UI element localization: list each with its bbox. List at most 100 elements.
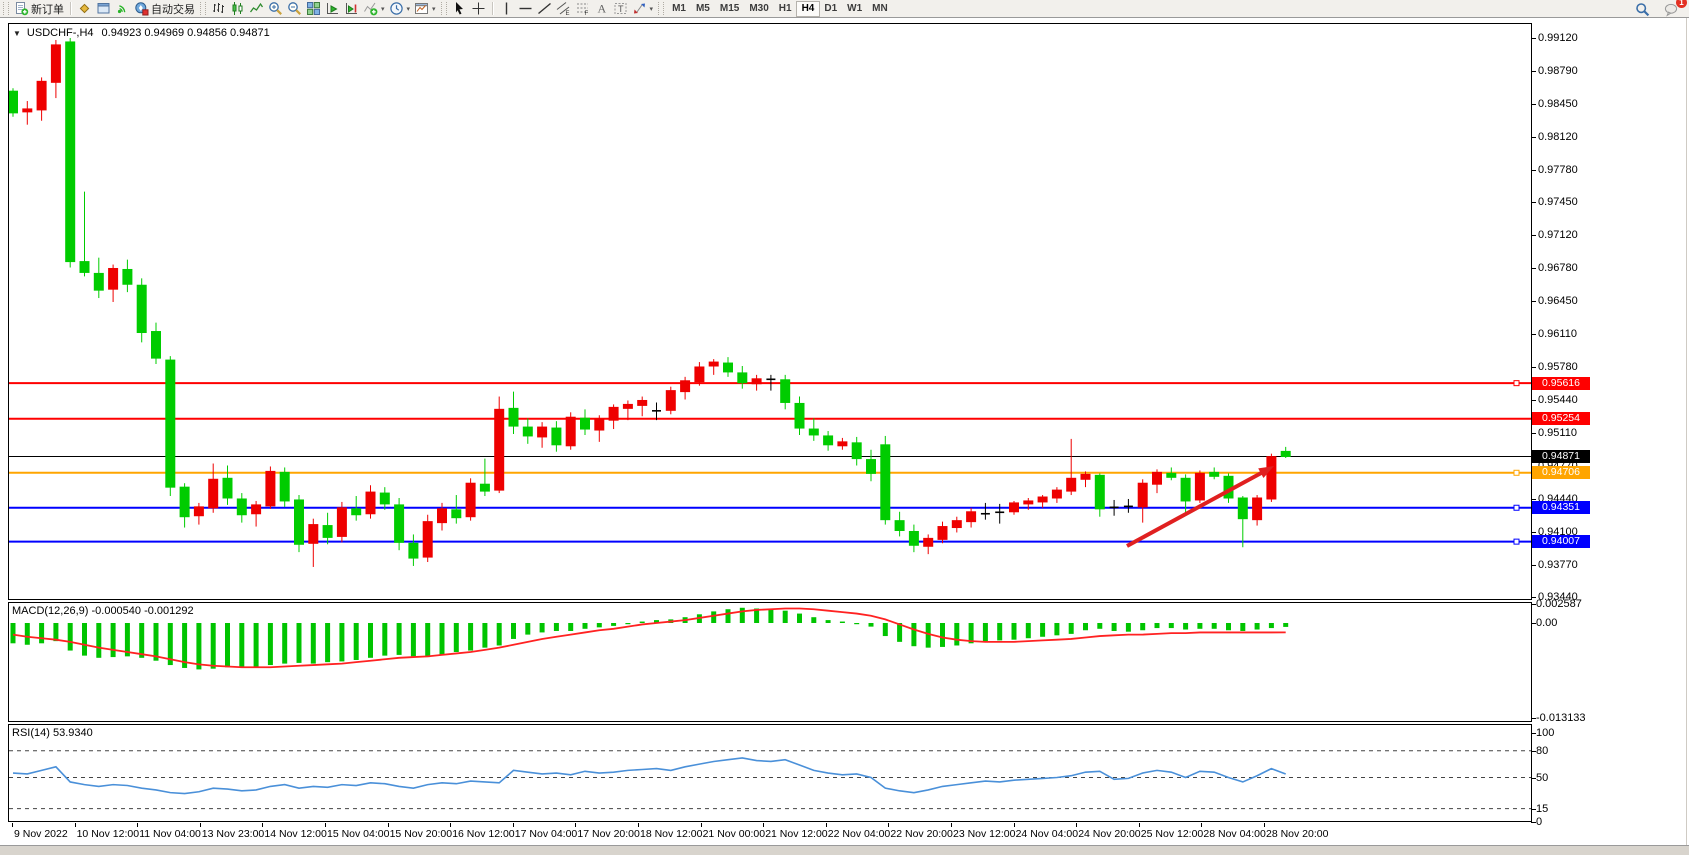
rsi-value: 53.9340 — [53, 727, 93, 739]
rsi-pane[interactable] — [8, 724, 1532, 822]
bar-chart-button[interactable] — [209, 1, 228, 17]
macd-values: -0.000540 -0.001292 — [91, 605, 193, 617]
macd-axis-label: -0.013133 — [1536, 712, 1586, 724]
signals-button[interactable] — [113, 1, 132, 17]
time-tick-mark — [513, 823, 514, 827]
price-level-badge-0.94351: 0.94351 — [1532, 501, 1590, 514]
time-tick-label: 25 Nov 12:00 — [1141, 828, 1203, 840]
trendline-button[interactable] — [535, 1, 554, 17]
time-tick-label: 22 Nov 04:00 — [828, 828, 890, 840]
rsi-axis-label: 80 — [1536, 745, 1548, 757]
price-tick-mark — [1531, 301, 1536, 302]
tile-windows-button[interactable] — [304, 1, 323, 17]
time-tick-label: 9 Nov 2022 — [14, 828, 68, 840]
window-bottom-strip — [0, 845, 1689, 855]
templates-button[interactable]: ▾ — [412, 1, 438, 17]
timeframe-button-h1[interactable]: H1 — [774, 2, 797, 16]
timeframe-button-m5[interactable]: M5 — [691, 2, 715, 16]
rsi-tick-mark — [1531, 778, 1536, 779]
svg-text:A: A — [597, 2, 606, 16]
price-tick-label: 0.99120 — [1538, 32, 1578, 44]
price-chart-pane[interactable] — [8, 23, 1532, 600]
chevron-down-icon[interactable]: ▾ — [407, 5, 411, 13]
price-tick-mark — [1531, 400, 1536, 401]
horizontal-level-lines[interactable] — [9, 383, 1531, 541]
timeframe-button-d1[interactable]: D1 — [819, 2, 842, 16]
line-handle-0.95616[interactable] — [1514, 381, 1519, 386]
line-handle-0.94351[interactable] — [1514, 505, 1519, 510]
zoom-out-button[interactable] — [285, 1, 304, 17]
auto-scroll-button[interactable] — [323, 1, 342, 17]
text-label-button[interactable]: T — [611, 1, 630, 17]
periods-button[interactable]: ▾ — [387, 1, 413, 17]
line-handle-0.94706[interactable] — [1514, 470, 1519, 475]
rsi-axis-label: 0 — [1536, 816, 1542, 828]
price-tick-mark — [1531, 71, 1536, 72]
timeframe-button-h4[interactable]: H4 — [797, 2, 820, 16]
new-order-button[interactable]: 新订单 — [12, 1, 66, 17]
vertical-line-button[interactable] — [497, 1, 516, 17]
price-tick-mark — [1531, 334, 1536, 335]
price-tick-mark — [1531, 367, 1536, 368]
macd-pane[interactable] — [8, 602, 1532, 722]
chart-shift-button[interactable] — [342, 1, 361, 17]
time-tick-label: 11 Nov 04:00 — [139, 828, 201, 840]
rsi-axis-label: 50 — [1536, 772, 1548, 784]
text-button[interactable]: A — [592, 1, 611, 17]
chevron-down-icon[interactable]: ▾ — [432, 5, 436, 13]
rsi-label: RSI(14) 53.9340 — [12, 727, 93, 739]
timeframe-button-m30[interactable]: M30 — [744, 2, 773, 16]
arrows-button[interactable]: ▾ — [630, 1, 656, 17]
crosshair-button[interactable] — [469, 1, 488, 17]
price-tick-mark — [1531, 235, 1536, 236]
macd-signal-line — [13, 608, 1286, 667]
candlestick-chart-button[interactable] — [228, 1, 247, 17]
auto-trading-button[interactable]: 自动交易 — [132, 1, 197, 17]
price-level-badge-0.94706: 0.94706 — [1532, 466, 1590, 479]
price-tick-label: 0.97780 — [1538, 164, 1578, 176]
data-window-button[interactable] — [94, 1, 113, 17]
line-chart-icon — [249, 1, 264, 16]
time-tick-mark — [1264, 823, 1265, 827]
chevron-down-icon[interactable]: ▾ — [650, 5, 654, 13]
timeframe-button-w1[interactable]: W1 — [842, 2, 867, 16]
line-handle-0.94007[interactable] — [1514, 539, 1519, 544]
time-tick-mark — [388, 823, 389, 827]
time-tick-mark — [262, 823, 263, 827]
horizontal-line-button[interactable] — [516, 1, 535, 17]
time-axis[interactable]: 9 Nov 202210 Nov 12:0011 Nov 04:0013 Nov… — [8, 823, 1532, 844]
equidistant-channel-button[interactable]: E — [554, 1, 573, 17]
time-tick-label: 18 Nov 12:00 — [640, 828, 702, 840]
time-tick-mark — [1076, 823, 1077, 827]
price-level-badge-0.94007: 0.94007 — [1532, 535, 1590, 548]
indicators-button[interactable]: ▾ — [361, 1, 387, 17]
fibonacci-icon: F — [575, 1, 590, 16]
time-tick-label: 24 Nov 20:00 — [1078, 828, 1140, 840]
market-watch-button[interactable] — [75, 1, 94, 17]
zoom-in-button[interactable] — [266, 1, 285, 17]
cursor-button[interactable] — [450, 1, 469, 17]
notification-badge: 1 — [1676, 0, 1687, 8]
chart-menu-arrow-icon[interactable]: ▼ — [13, 29, 21, 38]
fibonacci-button[interactable]: F — [573, 1, 592, 17]
macd-label: MACD(12,26,9) -0.000540 -0.001292 — [12, 605, 194, 617]
time-tick-mark — [1014, 823, 1015, 827]
line-chart-button[interactable] — [247, 1, 266, 17]
timeframe-button-m1[interactable]: M1 — [667, 2, 691, 16]
price-level-badge-0.95616: 0.95616 — [1532, 377, 1590, 390]
time-tick-mark — [826, 823, 827, 827]
time-tick-label: 15 Nov 04:00 — [327, 828, 389, 840]
indicators-icon — [363, 1, 378, 16]
timeframe-button-m15[interactable]: M15 — [715, 2, 744, 16]
notifications-button[interactable]: 1 — [1662, 1, 1681, 17]
time-tick-mark — [137, 823, 138, 827]
time-tick-label: 10 Nov 12:00 — [77, 828, 139, 840]
time-tick-mark — [575, 823, 576, 827]
macd-axis-label: 0.00 — [1536, 617, 1557, 629]
svg-text:F: F — [584, 11, 588, 16]
timeframe-button-mn[interactable]: MN — [867, 2, 893, 16]
toolbar-grip — [200, 2, 206, 15]
equidistant-channel-icon: E — [556, 1, 571, 16]
search-button[interactable] — [1633, 1, 1652, 17]
chevron-down-icon[interactable]: ▾ — [381, 5, 385, 13]
